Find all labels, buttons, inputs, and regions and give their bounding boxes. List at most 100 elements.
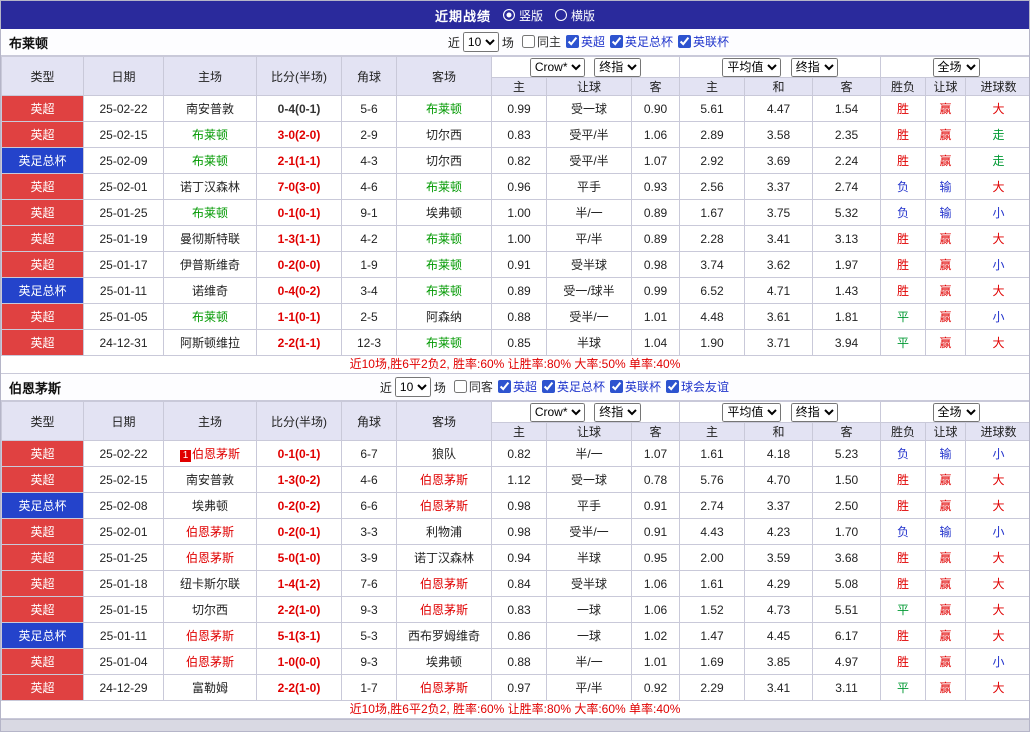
vertical-label: 竖版 bbox=[518, 8, 543, 23]
checkbox-input[interactable] bbox=[565, 35, 579, 48]
scope-select[interactable]: 全场 bbox=[932, 57, 980, 77]
checkbox-input[interactable] bbox=[453, 380, 467, 393]
home-team[interactable]: 纽卡斯尔联 bbox=[163, 570, 257, 597]
avg-type-select[interactable]: 平均值 bbox=[722, 402, 782, 422]
handicap-line: 一球 bbox=[546, 596, 632, 623]
away-team[interactable]: 诺丁汉森林 bbox=[396, 544, 492, 571]
avg-odds-draw: 3.59 bbox=[744, 544, 814, 571]
avg-select-cell: 平均值 终指 bbox=[679, 401, 882, 423]
home-team[interactable]: 南安普敦 bbox=[163, 466, 257, 493]
away-team[interactable]: 布莱顿 bbox=[396, 251, 492, 278]
filter-checkbox-英联杯[interactable]: 英联杯 bbox=[609, 378, 661, 395]
filter-checkbox-球会友谊[interactable]: 球会友谊 bbox=[665, 378, 729, 395]
games-label: 场 bbox=[501, 35, 514, 50]
avg-type-select[interactable]: 平均值 bbox=[722, 57, 782, 77]
avg-stage-select[interactable]: 终指 bbox=[790, 402, 838, 422]
handicap-odds-away: 0.89 bbox=[630, 199, 681, 226]
col-header-away: 客场 bbox=[396, 401, 492, 441]
checkbox-input[interactable] bbox=[541, 380, 555, 393]
home-team[interactable]: 伊普斯维奇 bbox=[163, 251, 257, 278]
bookmaker-select[interactable]: Crow* bbox=[529, 57, 585, 77]
checkbox-label: 英超 bbox=[580, 35, 605, 49]
home-team[interactable]: 诺丁汉森林 bbox=[163, 173, 257, 200]
away-team[interactable]: 伯恩茅斯 bbox=[396, 674, 492, 701]
result-goals: 大 bbox=[965, 173, 1029, 200]
match-date: 25-01-04 bbox=[83, 648, 164, 675]
home-team[interactable]: 切尔西 bbox=[163, 596, 257, 623]
away-team[interactable]: 埃弗顿 bbox=[396, 199, 492, 226]
away-team[interactable]: 狼队 bbox=[396, 440, 492, 467]
home-team[interactable]: 伯恩茅斯 bbox=[163, 622, 257, 649]
checkbox-input[interactable] bbox=[609, 35, 623, 48]
home-team[interactable]: 布莱顿 bbox=[163, 199, 257, 226]
checkbox-input[interactable] bbox=[609, 380, 623, 393]
away-team[interactable]: 利物浦 bbox=[396, 518, 492, 545]
home-team[interactable]: 布莱顿 bbox=[163, 303, 257, 330]
odds-stage-select[interactable]: 终指 bbox=[594, 57, 642, 77]
subcol-odds-away: 客 bbox=[630, 77, 681, 96]
avg-odds-win: 2.00 bbox=[679, 544, 746, 571]
avg-odds-lose: 5.23 bbox=[812, 440, 882, 467]
away-team[interactable]: 布莱顿 bbox=[396, 225, 492, 252]
checkbox-input[interactable] bbox=[497, 380, 511, 393]
away-team-label: 阿森纳 bbox=[425, 310, 462, 324]
filter-checkbox-同主[interactable]: 同主 bbox=[521, 33, 561, 50]
avg-stage-select[interactable]: 终指 bbox=[790, 57, 838, 77]
home-team[interactable]: 伯恩茅斯 bbox=[163, 648, 257, 675]
recent-count-select[interactable]: 10 bbox=[462, 32, 499, 52]
layout-vertical-option[interactable]: 竖版 bbox=[502, 7, 543, 24]
home-team[interactable]: 阿斯顿维拉 bbox=[163, 329, 257, 356]
away-team[interactable]: 布莱顿 bbox=[396, 329, 492, 356]
avg-odds-lose: 3.13 bbox=[812, 225, 882, 252]
checkbox-input[interactable] bbox=[677, 35, 691, 48]
filter-checkbox-英足总杯[interactable]: 英足总杯 bbox=[609, 33, 673, 50]
away-team-label: 伯恩茅斯 bbox=[419, 603, 468, 617]
away-team[interactable]: 西布罗姆维奇 bbox=[396, 622, 492, 649]
competition-badge: 英超 bbox=[1, 570, 84, 597]
filter-checkbox-英联杯[interactable]: 英联杯 bbox=[677, 33, 729, 50]
away-team[interactable]: 布莱顿 bbox=[396, 277, 492, 304]
home-team[interactable]: 1 伯恩茅斯 bbox=[163, 440, 257, 467]
away-team[interactable]: 埃弗顿 bbox=[396, 648, 492, 675]
home-team[interactable]: 富勒姆 bbox=[163, 674, 257, 701]
vertical-radio[interactable] bbox=[502, 9, 515, 21]
filter-checkbox-英足总杯[interactable]: 英足总杯 bbox=[541, 378, 605, 395]
handicap-odds-away: 1.06 bbox=[630, 596, 681, 623]
handicap-line: 受半球 bbox=[546, 251, 632, 278]
home-team[interactable]: 埃弗顿 bbox=[163, 492, 257, 519]
match-date: 25-01-19 bbox=[83, 225, 164, 252]
away-team[interactable]: 伯恩茅斯 bbox=[396, 466, 492, 493]
filter-checkbox-英超[interactable]: 英超 bbox=[565, 33, 605, 50]
score: 1-0(0-0) bbox=[256, 648, 342, 675]
home-team-label: 诺丁汉森林 bbox=[179, 180, 240, 194]
home-team[interactable]: 伯恩茅斯 bbox=[163, 518, 257, 545]
away-team[interactable]: 布莱顿 bbox=[396, 95, 492, 122]
home-team[interactable]: 伯恩茅斯 bbox=[163, 544, 257, 571]
result-wdl: 胜 bbox=[880, 251, 927, 278]
away-team[interactable]: 阿森纳 bbox=[396, 303, 492, 330]
home-team[interactable]: 曼彻斯特联 bbox=[163, 225, 257, 252]
home-team[interactable]: 诺维奇 bbox=[163, 277, 257, 304]
checkbox-input[interactable] bbox=[665, 380, 679, 393]
away-team[interactable]: 伯恩茅斯 bbox=[396, 492, 492, 519]
away-team[interactable]: 伯恩茅斯 bbox=[396, 596, 492, 623]
recent-count-select[interactable]: 10 bbox=[394, 377, 431, 397]
layout-horizontal-option[interactable]: 横版 bbox=[555, 7, 595, 24]
bookmaker-select[interactable]: Crow* bbox=[529, 402, 585, 422]
checkbox-input[interactable] bbox=[521, 35, 535, 48]
away-team[interactable]: 切尔西 bbox=[396, 147, 492, 174]
home-team[interactable]: 布莱顿 bbox=[163, 147, 257, 174]
odds-stage-select[interactable]: 终指 bbox=[594, 402, 642, 422]
horizontal-radio[interactable] bbox=[555, 9, 567, 21]
filter-checkbox-同客[interactable]: 同客 bbox=[453, 378, 493, 395]
home-team[interactable]: 南安普敦 bbox=[163, 95, 257, 122]
match-row: 英超 25-01-05 布莱顿 1-1(0-1) 2-5 阿森纳 0.88 受半/一 1.01 4… bbox=[1, 303, 1029, 330]
home-team[interactable]: 布莱顿 bbox=[163, 121, 257, 148]
filter-checkbox-英超[interactable]: 英超 bbox=[497, 378, 537, 395]
away-team[interactable]: 伯恩茅斯 bbox=[396, 570, 492, 597]
competition-badge: 英超 bbox=[1, 199, 84, 226]
away-team[interactable]: 布莱顿 bbox=[396, 173, 492, 200]
away-team[interactable]: 切尔西 bbox=[396, 121, 492, 148]
scope-select[interactable]: 全场 bbox=[932, 402, 980, 422]
result-wdl: 负 bbox=[880, 440, 927, 467]
